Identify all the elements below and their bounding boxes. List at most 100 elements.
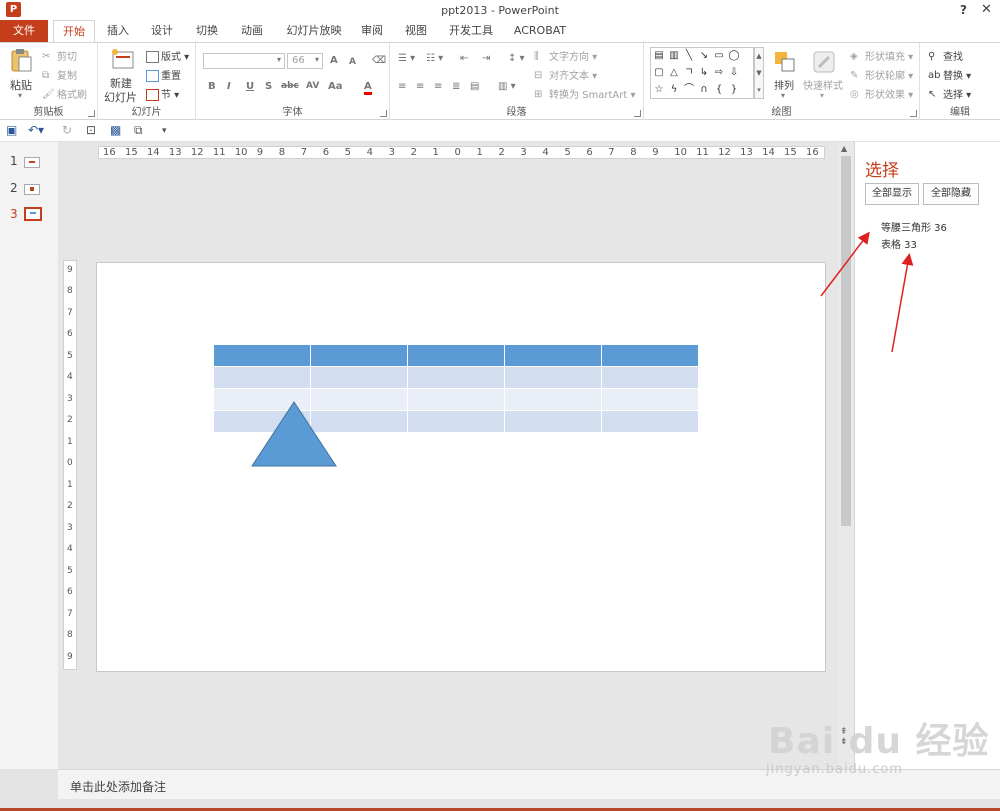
- table-cell[interactable]: [601, 410, 699, 433]
- table-row[interactable]: [213, 366, 699, 389]
- table-cell[interactable]: [310, 366, 408, 389]
- smartart-button[interactable]: ⊞ 转换为 SmartArt ▾: [534, 86, 636, 101]
- arc-shape-icon[interactable]: ⌒: [682, 83, 696, 96]
- shape-effects-button[interactable]: ◎ 形状效果 ▾: [850, 86, 913, 101]
- save-icon[interactable]: ▣: [6, 123, 17, 137]
- increase-indent-icon[interactable]: ⇥: [482, 53, 490, 64]
- rectangle-shape-icon[interactable]: ▭: [712, 49, 726, 62]
- table-header-row[interactable]: [213, 344, 699, 367]
- justify-icon[interactable]: ≣: [452, 81, 460, 92]
- copy-slide-icon[interactable]: ⧉: [134, 123, 143, 138]
- arrange-icon[interactable]: [772, 49, 798, 75]
- selection-item-triangle[interactable]: 等腰三角形 36: [881, 219, 947, 234]
- shrink-font-button[interactable]: A: [349, 57, 356, 67]
- slide-thumbnail-3[interactable]: [24, 207, 42, 221]
- strikethrough-button[interactable]: abc: [281, 81, 299, 91]
- bullets-icon[interactable]: ☰ ▾: [398, 53, 415, 64]
- shadow-button[interactable]: S: [265, 81, 272, 92]
- new-slide-icon[interactable]: [110, 47, 136, 73]
- font-color-button[interactable]: A: [364, 81, 372, 95]
- curved-connector-shape-icon[interactable]: ↳: [697, 66, 711, 79]
- vertical-scrollbar[interactable]: ▲ ⇞ ⇟: [838, 142, 854, 769]
- table-cell[interactable]: [407, 344, 505, 367]
- shapes-gallery[interactable]: ▤ ▥ ╲ ↘ ▭ ◯ ▢ △ ㄱ ↳ ⇨ ⇩ ☆ ϟ ⌒ ∩ { }: [650, 47, 754, 99]
- start-slideshow-icon[interactable]: ⊡: [86, 123, 96, 137]
- align-text-button[interactable]: ⊟ 对齐文本 ▾: [534, 67, 597, 82]
- triangle-shape-icon[interactable]: △: [667, 66, 681, 79]
- tab-acrobat[interactable]: ACROBAT: [509, 20, 571, 42]
- oval-shape-icon[interactable]: ◯: [727, 49, 741, 62]
- replace-button[interactable]: ab 替换 ▾: [928, 67, 971, 82]
- table-cell[interactable]: [601, 366, 699, 389]
- line-shape-icon[interactable]: ╲: [682, 49, 696, 62]
- decrease-indent-icon[interactable]: ⇤: [460, 53, 468, 64]
- tab-insert[interactable]: 插入: [100, 20, 136, 42]
- close-icon[interactable]: ✕: [981, 2, 992, 17]
- shapes-gallery-scroll[interactable]: ▲ ▼ ▾: [754, 47, 764, 99]
- columns-icon[interactable]: ▥ ▾: [498, 81, 516, 92]
- right-brace-shape-icon[interactable]: }: [727, 83, 741, 96]
- table-cell[interactable]: [601, 344, 699, 367]
- slide-thumbnail-2[interactable]: [24, 184, 40, 195]
- align-center-icon[interactable]: ≡: [416, 81, 424, 92]
- show-all-button[interactable]: 全部显示: [865, 183, 919, 205]
- quick-styles-dropdown-icon[interactable]: ▾: [820, 91, 824, 100]
- table-cell[interactable]: [504, 366, 602, 389]
- distribute-icon[interactable]: ▤: [470, 81, 479, 92]
- tab-design[interactable]: 设计: [144, 20, 180, 42]
- selection-item-table[interactable]: 表格 33: [881, 236, 917, 251]
- tab-review[interactable]: 审阅: [355, 20, 389, 42]
- quick-styles-button[interactable]: 快速样式: [803, 77, 843, 92]
- table-cell[interactable]: [504, 344, 602, 367]
- slide-canvas[interactable]: [96, 262, 826, 672]
- arrange-dropdown-icon[interactable]: ▾: [781, 91, 785, 100]
- copy-button[interactable]: ⧉ 复制: [42, 67, 77, 82]
- underline-button[interactable]: U: [246, 81, 254, 92]
- paste-dropdown-icon[interactable]: ▾: [18, 91, 22, 100]
- lightning-shape-icon[interactable]: ϟ: [667, 83, 681, 96]
- tab-developer[interactable]: 开发工具: [442, 20, 500, 42]
- grow-font-button[interactable]: A: [330, 55, 338, 66]
- reset-button[interactable]: 重置: [146, 67, 181, 82]
- shape-outline-button[interactable]: ✎ 形状轮廓 ▾: [850, 67, 913, 82]
- redo-icon[interactable]: ↻: [62, 123, 72, 137]
- text-direction-button[interactable]: ⫼ 文字方向 ▾: [534, 48, 597, 63]
- tab-home[interactable]: 开始: [53, 20, 95, 43]
- scrollbar-thumb[interactable]: [841, 156, 851, 526]
- char-spacing-button[interactable]: AV: [306, 81, 319, 91]
- clipboard-launcher-icon[interactable]: [88, 110, 95, 117]
- tab-animations[interactable]: 动画: [233, 20, 271, 42]
- tab-view[interactable]: 视图: [398, 20, 434, 42]
- notes-placeholder[interactable]: 单击此处添加备注: [70, 778, 166, 795]
- tab-slideshow[interactable]: 幻灯片放映: [280, 20, 348, 42]
- table-cell[interactable]: [601, 388, 699, 411]
- table-cell[interactable]: [504, 410, 602, 433]
- clear-format-icon[interactable]: ⌫: [372, 55, 386, 66]
- find-button[interactable]: ⚲ 查找: [928, 48, 963, 63]
- curve-shape-icon[interactable]: ∩: [697, 83, 711, 96]
- textbox-shape-icon[interactable]: ▤: [652, 49, 666, 62]
- undo-icon[interactable]: ↶▾: [28, 123, 44, 137]
- tab-transitions[interactable]: 切换: [189, 20, 225, 42]
- hide-all-button[interactable]: 全部隐藏: [923, 183, 979, 205]
- scroll-up-icon[interactable]: ▲: [841, 144, 847, 153]
- paste-icon[interactable]: [8, 47, 34, 73]
- quick-styles-icon[interactable]: [811, 49, 837, 75]
- left-brace-shape-icon[interactable]: {: [712, 83, 726, 96]
- customize-qat-icon[interactable]: ▾: [162, 126, 167, 136]
- save-as-icon[interactable]: ▩: [110, 123, 121, 137]
- slide-thumbnail-1[interactable]: [24, 157, 40, 168]
- table-cell[interactable]: [407, 410, 505, 433]
- tab-file[interactable]: 文件: [0, 20, 48, 42]
- numbering-icon[interactable]: ☷ ▾: [426, 53, 443, 64]
- star-shape-icon[interactable]: ☆: [652, 83, 666, 96]
- line-spacing-icon[interactable]: ↕ ▾: [508, 53, 525, 64]
- drawing-launcher-icon[interactable]: [910, 110, 917, 117]
- table-cell[interactable]: [504, 388, 602, 411]
- vertical-textbox-shape-icon[interactable]: ▥: [667, 49, 681, 62]
- align-right-icon[interactable]: ≡: [434, 81, 442, 92]
- table-cell[interactable]: [407, 388, 505, 411]
- paragraph-launcher-icon[interactable]: [634, 110, 641, 117]
- isosceles-triangle-shape[interactable]: [251, 401, 337, 467]
- font-size-select[interactable]: 66 ▾: [287, 53, 323, 69]
